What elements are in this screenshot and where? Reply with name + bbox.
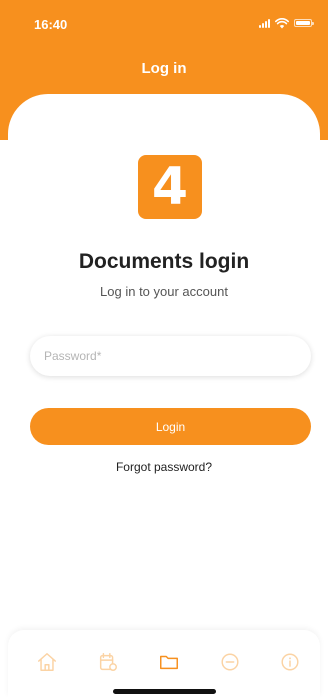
home-icon — [38, 653, 56, 671]
wifi-icon — [275, 17, 289, 28]
home-indicator — [113, 689, 216, 694]
folder-icon — [160, 655, 178, 670]
calendar-icon — [99, 653, 117, 671]
status-icons — [259, 16, 314, 30]
status-bar: 16:40 — [0, 0, 328, 44]
page-title: Log in — [141, 60, 187, 77]
tab-home[interactable] — [35, 650, 59, 674]
tab-documents[interactable] — [157, 650, 181, 674]
forgot-password-link[interactable]: Forgot password? — [0, 460, 328, 474]
chat-icon — [221, 653, 239, 671]
tab-info[interactable] — [278, 650, 302, 674]
tab-messages[interactable] — [218, 650, 242, 674]
tab-calendar[interactable] — [96, 650, 120, 674]
app-logo: 4 — [138, 155, 202, 219]
login-title: Documents login — [78, 250, 250, 273]
status-time: 16:40 — [34, 17, 68, 32]
battery-icon — [294, 19, 314, 27]
login-subtitle: Log in to your account — [100, 284, 228, 299]
info-icon — [281, 653, 299, 671]
login-button[interactable]: Login — [30, 408, 311, 445]
password-input[interactable] — [30, 336, 311, 376]
tab-bar — [8, 630, 320, 697]
signal-icon — [259, 18, 270, 28]
